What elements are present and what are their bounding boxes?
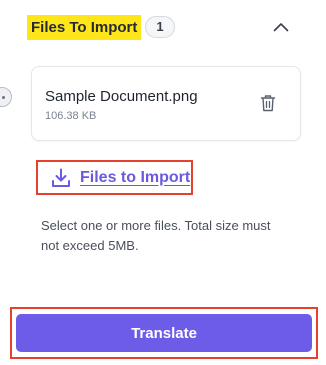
files-to-import-label: Files to Import <box>80 168 191 186</box>
step-indicator <box>0 87 12 107</box>
file-size: 106.38 KB <box>45 110 97 122</box>
files-to-import-link[interactable]: Files to Import <box>38 162 191 193</box>
translate-highlight: Translate <box>10 307 318 359</box>
files-section-header: Files To Import 1 <box>24 12 302 46</box>
collapse-toggle-button[interactable] <box>267 13 295 41</box>
chevron-up-icon <box>273 23 289 32</box>
translate-button[interactable]: Translate <box>16 314 312 352</box>
file-count-badge: 1 <box>145 16 175 38</box>
file-card: Sample Document.png 106.38 KB <box>31 66 301 141</box>
trash-icon <box>260 95 276 112</box>
delete-file-button[interactable] <box>257 92 279 114</box>
download-icon <box>50 167 72 189</box>
file-size-help-text: Select one or more files. Total size mus… <box>41 218 271 253</box>
import-link-highlight: Files to Import <box>36 160 193 195</box>
import-panel: Files To Import 1 Sample Document.png 10… <box>0 0 326 365</box>
section-title: Files To Import <box>27 15 142 40</box>
file-name: Sample Document.png <box>45 88 198 105</box>
